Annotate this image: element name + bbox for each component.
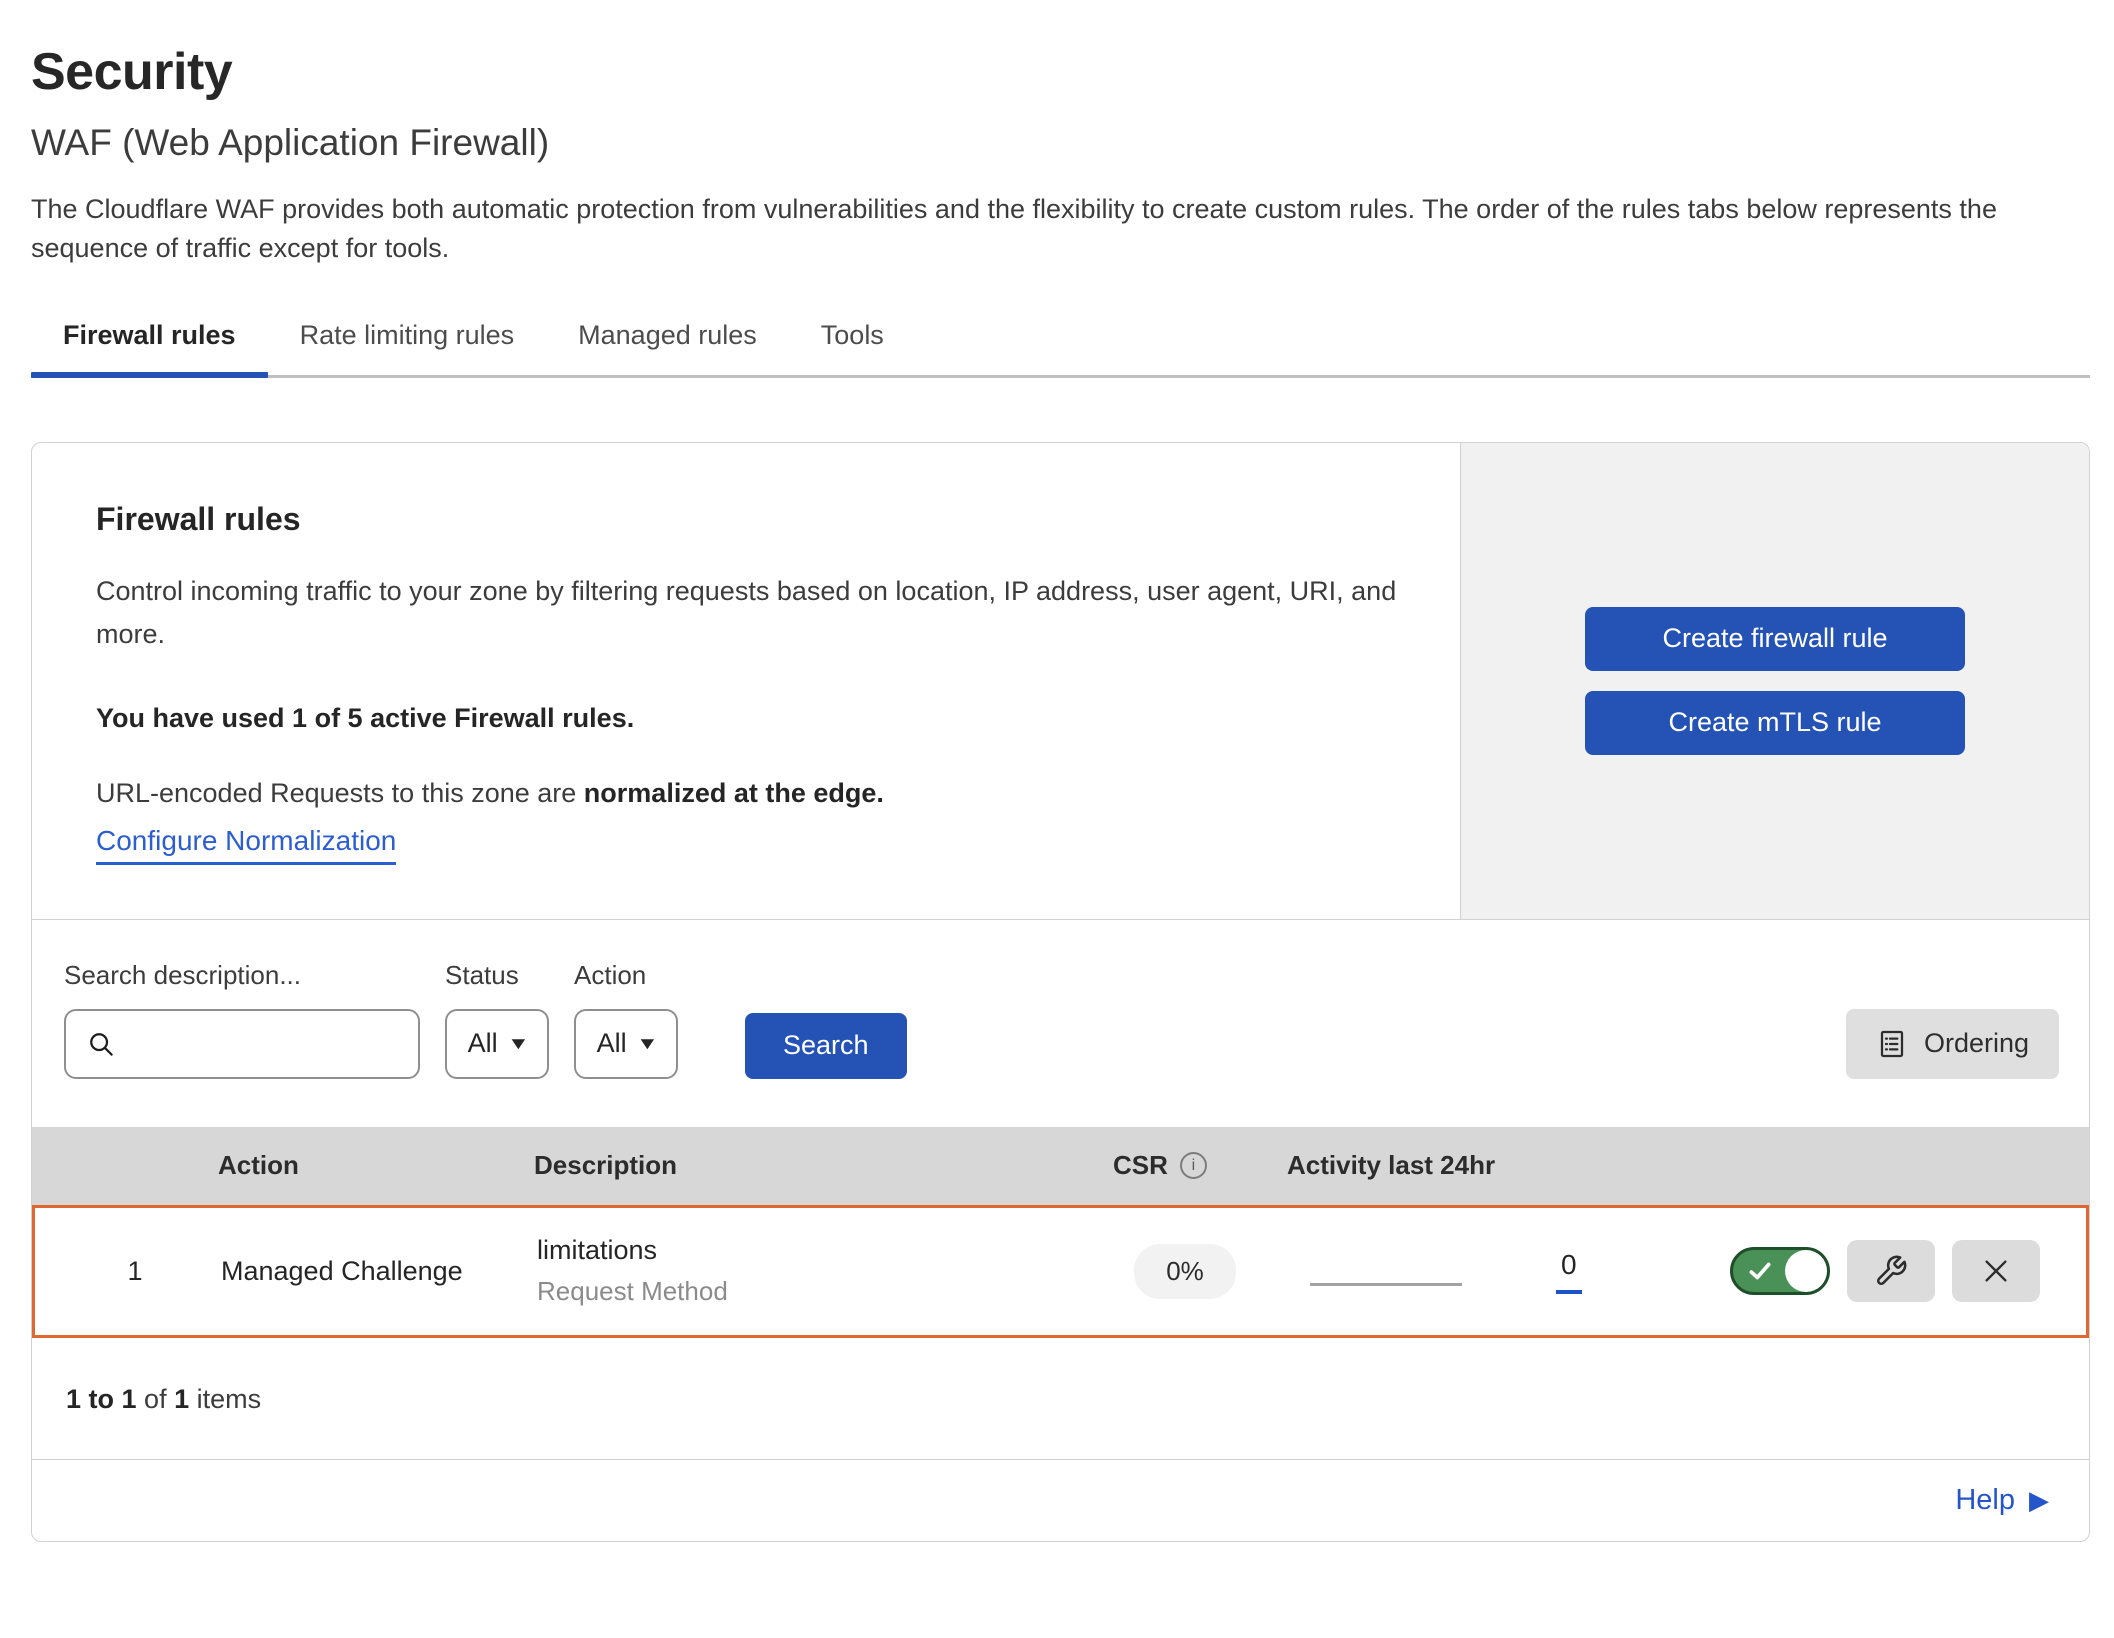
- search-button[interactable]: Search: [745, 1013, 907, 1079]
- tab-rate-limiting-rules[interactable]: Rate limiting rules: [268, 320, 547, 375]
- create-firewall-rule-button[interactable]: Create firewall rule: [1585, 607, 1965, 671]
- page-title: Security: [31, 42, 2090, 102]
- tab-firewall-rules[interactable]: Firewall rules: [31, 320, 268, 375]
- status-dropdown-value: All: [468, 1028, 498, 1059]
- normalization-text-regular: URL-encoded Requests to this zone are: [96, 778, 576, 808]
- header-action: Action: [192, 1150, 512, 1181]
- ordering-list-icon: [1876, 1028, 1908, 1060]
- card-description: Control incoming traffic to your zone by…: [96, 570, 1400, 656]
- status-filter-group: Status All ▼: [445, 960, 549, 1079]
- tab-tools[interactable]: Tools: [789, 320, 916, 375]
- chevron-right-icon: ▶: [2029, 1485, 2049, 1516]
- edit-rule-button[interactable]: [1847, 1240, 1935, 1302]
- toggle-knob: [1785, 1250, 1827, 1292]
- card-heading: Firewall rules: [96, 501, 1400, 538]
- help-link-label: Help: [1955, 1484, 2015, 1517]
- search-input[interactable]: [130, 1027, 398, 1060]
- rule-description-subtitle: Request Method: [537, 1276, 1090, 1307]
- header-activity: Activity last 24hr: [1283, 1150, 1723, 1181]
- waf-security-page: Security WAF (Web Application Firewall) …: [0, 0, 2114, 1542]
- header-csr-label: CSR: [1113, 1150, 1168, 1181]
- csr-badge: 0%: [1134, 1244, 1236, 1299]
- check-icon: [1747, 1258, 1773, 1284]
- header-csr: CSR i: [1093, 1150, 1283, 1181]
- items-range: 1 to 1: [66, 1384, 137, 1414]
- page-description: The Cloudflare WAF provides both automat…: [31, 190, 2086, 268]
- items-summary: 1 to 1 of 1 items: [32, 1338, 2089, 1459]
- waf-tabs: Firewall rules Rate limiting rules Manag…: [31, 320, 2090, 378]
- ordering-button[interactable]: Ordering: [1846, 1009, 2059, 1079]
- rule-description-cell: limitations Request Method: [515, 1235, 1090, 1307]
- firewall-rules-card-info: Firewall rules Control incoming traffic …: [32, 443, 1460, 918]
- chevron-down-icon: ▼: [636, 1034, 659, 1054]
- rule-enabled-toggle[interactable]: [1730, 1247, 1830, 1295]
- items-label: items: [197, 1384, 262, 1414]
- rule-controls: [1720, 1240, 2086, 1302]
- ordering-button-label: Ordering: [1924, 1028, 2029, 1059]
- tab-managed-rules[interactable]: Managed rules: [546, 320, 789, 375]
- help-footer: Help ▶: [32, 1459, 2089, 1541]
- filters-bar: Search description... Status All ▼: [32, 919, 2089, 1127]
- items-of-label: of: [144, 1384, 167, 1414]
- action-dropdown[interactable]: All ▼: [574, 1009, 678, 1079]
- search-box: [64, 1009, 420, 1079]
- search-icon: [86, 1029, 116, 1059]
- normalization-text-bold: normalized at the edge.: [584, 778, 884, 808]
- rule-action: Managed Challenge: [195, 1256, 515, 1287]
- activity-sparkline: [1310, 1283, 1462, 1286]
- delete-rule-button[interactable]: [1952, 1240, 2040, 1302]
- action-dropdown-value: All: [597, 1028, 627, 1059]
- configure-normalization-link[interactable]: Configure Normalization: [96, 825, 396, 865]
- usage-text: You have used 1 of 5 active Firewall rul…: [96, 703, 1400, 734]
- help-link[interactable]: Help ▶: [1955, 1484, 2049, 1517]
- card-side-panel: Create firewall rule Create mTLS rule: [1460, 443, 2089, 918]
- status-dropdown[interactable]: All ▼: [445, 1009, 549, 1079]
- page-subtitle: WAF (Web Application Firewall): [31, 122, 2090, 164]
- normalization-text: URL-encoded Requests to this zone are no…: [96, 778, 1400, 809]
- create-mtls-rule-button[interactable]: Create mTLS rule: [1585, 691, 1965, 755]
- firewall-rules-card: Firewall rules Control incoming traffic …: [32, 443, 2089, 918]
- items-total: 1: [174, 1384, 189, 1414]
- close-icon: [1980, 1255, 2012, 1287]
- status-label: Status: [445, 960, 549, 991]
- firewall-rules-panel: Firewall rules Control incoming traffic …: [31, 442, 2090, 1541]
- header-description: Description: [512, 1150, 1093, 1181]
- table-row: 1 Managed Challenge limitations Request …: [32, 1205, 2089, 1338]
- rule-priority: 1: [35, 1256, 195, 1287]
- wrench-icon: [1874, 1254, 1908, 1288]
- activity-count[interactable]: 0: [1556, 1249, 1582, 1294]
- rule-activity-cell: 0: [1280, 1249, 1720, 1294]
- action-label: Action: [574, 960, 678, 991]
- search-label: Search description...: [64, 960, 420, 991]
- table-header: Action Description CSR i Activity last 2…: [32, 1127, 2089, 1205]
- info-icon[interactable]: i: [1180, 1152, 1207, 1179]
- search-filter-group: Search description...: [64, 960, 420, 1079]
- action-filter-group: Action All ▼: [574, 960, 678, 1079]
- rule-csr-cell: 0%: [1090, 1244, 1280, 1299]
- chevron-down-icon: ▼: [507, 1034, 530, 1054]
- rule-description-title[interactable]: limitations: [537, 1235, 1090, 1266]
